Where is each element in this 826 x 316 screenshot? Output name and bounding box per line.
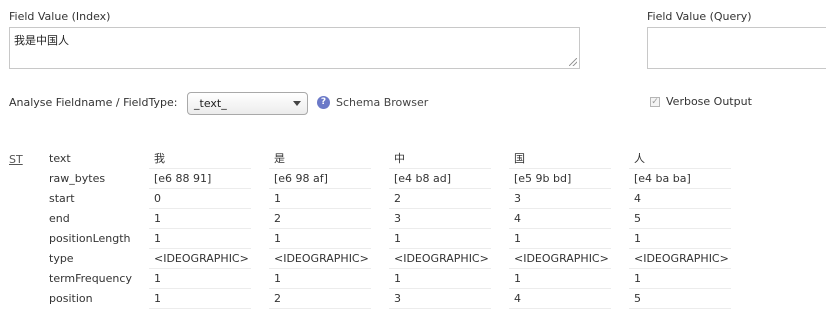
token-4-start: 3 — [509, 189, 611, 209]
schema-browser-link[interactable]: Schema Browser — [336, 96, 428, 109]
token-5-positionlength: 1 — [629, 229, 731, 249]
row-label-end: end — [49, 212, 70, 225]
index-field-textarea[interactable]: 我是中国人 — [9, 27, 580, 69]
token-3-start: 2 — [389, 189, 491, 209]
query-field-textarea[interactable] — [647, 27, 826, 69]
token-5-position: 5 — [629, 289, 731, 309]
token-5-raw_bytes: [e4 ba ba] — [629, 169, 731, 189]
token-3-positionlength: 1 — [389, 229, 491, 249]
fieldtype-select[interactable]: _text_ — [187, 92, 308, 115]
token-1-position: 1 — [149, 289, 251, 309]
fieldtype-selected-value: _text_ — [194, 97, 227, 110]
verbose-output-label: Verbose Output — [666, 95, 752, 108]
token-4-type: <IDEOGRAPHIC> — [509, 249, 611, 269]
token-3-text: 中 — [389, 149, 491, 169]
row-label-raw_bytes: raw_bytes — [49, 172, 106, 185]
row-label-start: start — [49, 192, 75, 205]
token-1-termfrequency: 1 — [149, 269, 251, 289]
token-3-raw_bytes: [e4 b8 ad] — [389, 169, 491, 189]
token-1-positionlength: 1 — [149, 229, 251, 249]
token-4-position: 4 — [509, 289, 611, 309]
resize-grip-icon[interactable] — [569, 58, 577, 66]
token-5-text: 人 — [629, 149, 731, 169]
token-3-type: <IDEOGRAPHIC> — [389, 249, 491, 269]
verbose-output-checkbox[interactable]: ✓ — [650, 97, 660, 107]
analyse-fieldtype-label: Analyse Fieldname / FieldType: — [9, 96, 178, 109]
row-label-type: type — [49, 252, 74, 265]
row-label-termfrequency: termFrequency — [49, 272, 132, 285]
token-2-end: 2 — [269, 209, 371, 229]
query-field-label: Field Value (Query) — [647, 10, 752, 23]
token-4-raw_bytes: [e5 9b bd] — [509, 169, 611, 189]
token-1-raw_bytes: [e6 88 91] — [149, 169, 251, 189]
token-2-termfrequency: 1 — [269, 269, 371, 289]
token-2-position: 2 — [269, 289, 371, 309]
token-4-text: 国 — [509, 149, 611, 169]
row-label-text: text — [49, 152, 71, 165]
token-2-raw_bytes: [e6 98 af] — [269, 169, 371, 189]
token-2-type: <IDEOGRAPHIC> — [269, 249, 371, 269]
chevron-down-icon — [293, 101, 301, 106]
token-4-end: 4 — [509, 209, 611, 229]
token-1-text: 我 — [149, 149, 251, 169]
token-4-positionlength: 1 — [509, 229, 611, 249]
token-3-position: 3 — [389, 289, 491, 309]
help-icon[interactable]: ? — [317, 96, 330, 109]
row-label-positionlength: positionLength — [49, 232, 131, 245]
index-field-label: Field Value (Index) — [9, 10, 111, 23]
token-4-termfrequency: 1 — [509, 269, 611, 289]
token-2-positionlength: 1 — [269, 229, 371, 249]
token-2-start: 1 — [269, 189, 371, 209]
token-1-type: <IDEOGRAPHIC> — [149, 249, 251, 269]
token-3-termfrequency: 1 — [389, 269, 491, 289]
row-label-position: position — [49, 292, 93, 305]
token-5-termfrequency: 1 — [629, 269, 731, 289]
token-5-start: 4 — [629, 189, 731, 209]
token-2-text: 是 — [269, 149, 371, 169]
index-field-value: 我是中国人 — [14, 34, 69, 47]
token-3-end: 3 — [389, 209, 491, 229]
token-5-type: <IDEOGRAPHIC> — [629, 249, 731, 269]
token-1-start: 0 — [149, 189, 251, 209]
stage-label-st[interactable]: ST — [9, 153, 23, 166]
token-5-end: 5 — [629, 209, 731, 229]
token-1-end: 1 — [149, 209, 251, 229]
